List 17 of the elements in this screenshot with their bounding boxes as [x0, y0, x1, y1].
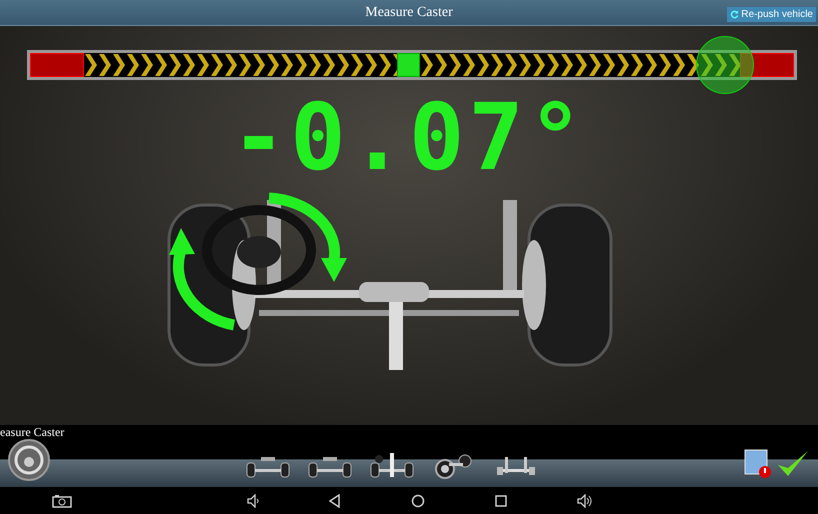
step-label: easure Caster [0, 425, 64, 439]
limit-zone [740, 53, 794, 77]
volume-up-icon[interactable] [577, 494, 593, 508]
report-warning-icon[interactable] [744, 449, 772, 479]
screenshot-icon[interactable] [52, 494, 72, 508]
re-push-vehicle-button[interactable]: Re-push vehicle [727, 7, 816, 22]
rotate-arrow-icon [169, 192, 347, 330]
target-marker [397, 53, 420, 77]
recent-apps-icon[interactable] [495, 494, 507, 506]
axle-thumbnail-icon[interactable] [369, 453, 415, 479]
home-icon[interactable] [411, 494, 425, 508]
caster-reading: -0.07° [230, 86, 588, 190]
back-icon[interactable] [329, 494, 341, 508]
window-title: Measure Caster [365, 4, 453, 22]
refresh-icon [730, 10, 740, 19]
volume-down-icon[interactable] [247, 494, 261, 508]
limit-zone [30, 53, 84, 77]
